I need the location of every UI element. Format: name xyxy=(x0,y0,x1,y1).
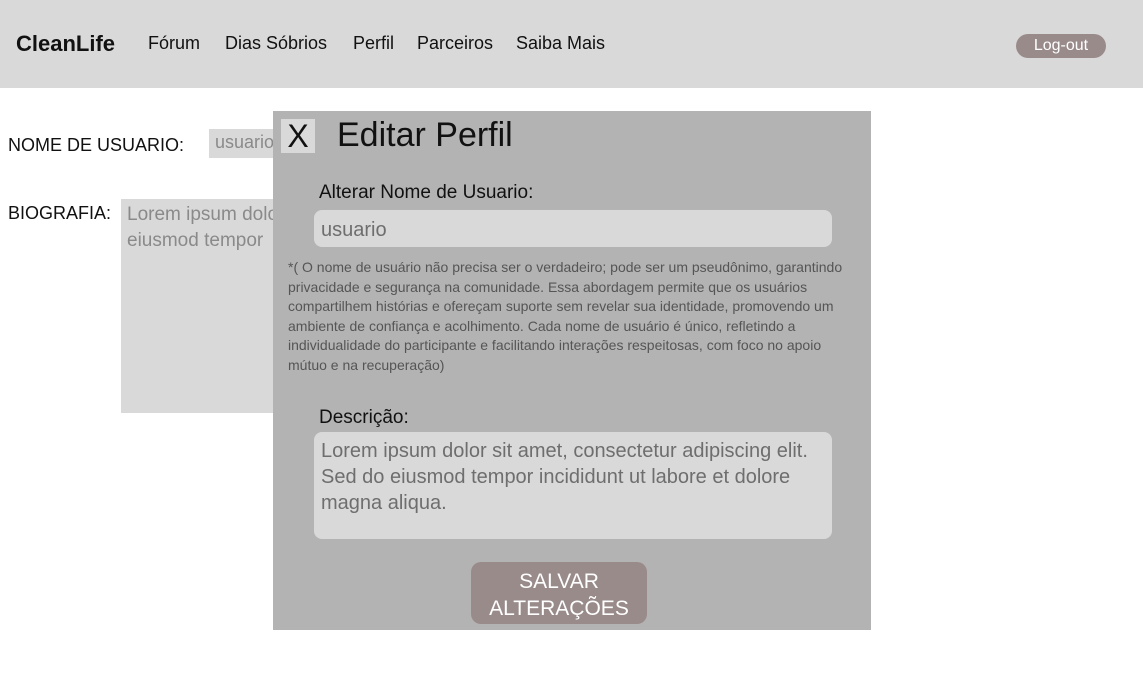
bio-label: BIOGRAFIA: xyxy=(8,203,112,223)
save-changes-button[interactable]: SALVAR ALTERAÇÕES xyxy=(471,562,647,624)
description-field-label: Descrição: xyxy=(319,407,409,428)
username-input[interactable]: usuario xyxy=(314,210,832,247)
username-note: *( O nome de usuário não precisa ser o v… xyxy=(288,259,843,373)
nav-item-parceiros[interactable]: Parceiros xyxy=(417,33,493,54)
logout-button[interactable]: Log-out xyxy=(1016,34,1106,58)
bio-display: Lorem ipsum dolor sit amet, eiusmod temp… xyxy=(121,199,291,413)
username-label: NOME DE USUARIO: xyxy=(8,135,185,155)
close-button[interactable]: X xyxy=(281,119,315,153)
nav-item-saiba-mais[interactable]: Saiba Mais xyxy=(516,33,605,54)
edit-profile-modal: X Editar Perfil Alterar Nome de Usuario:… xyxy=(273,111,871,630)
modal-title: Editar Perfil xyxy=(337,116,513,154)
description-input[interactable]: Lorem ipsum dolor sit amet, consectetur … xyxy=(314,432,832,539)
nav-item-dias-sobrios[interactable]: Dias Sóbrios xyxy=(225,33,327,54)
top-navigation-bar: CleanLife Fórum Dias Sóbrios Perfil Parc… xyxy=(0,0,1143,88)
username-field-label: Alterar Nome de Usuario: xyxy=(319,182,534,203)
nav-item-forum[interactable]: Fórum xyxy=(148,33,200,54)
brand-logo[interactable]: CleanLife xyxy=(16,31,115,57)
nav-item-perfil[interactable]: Perfil xyxy=(353,33,394,54)
